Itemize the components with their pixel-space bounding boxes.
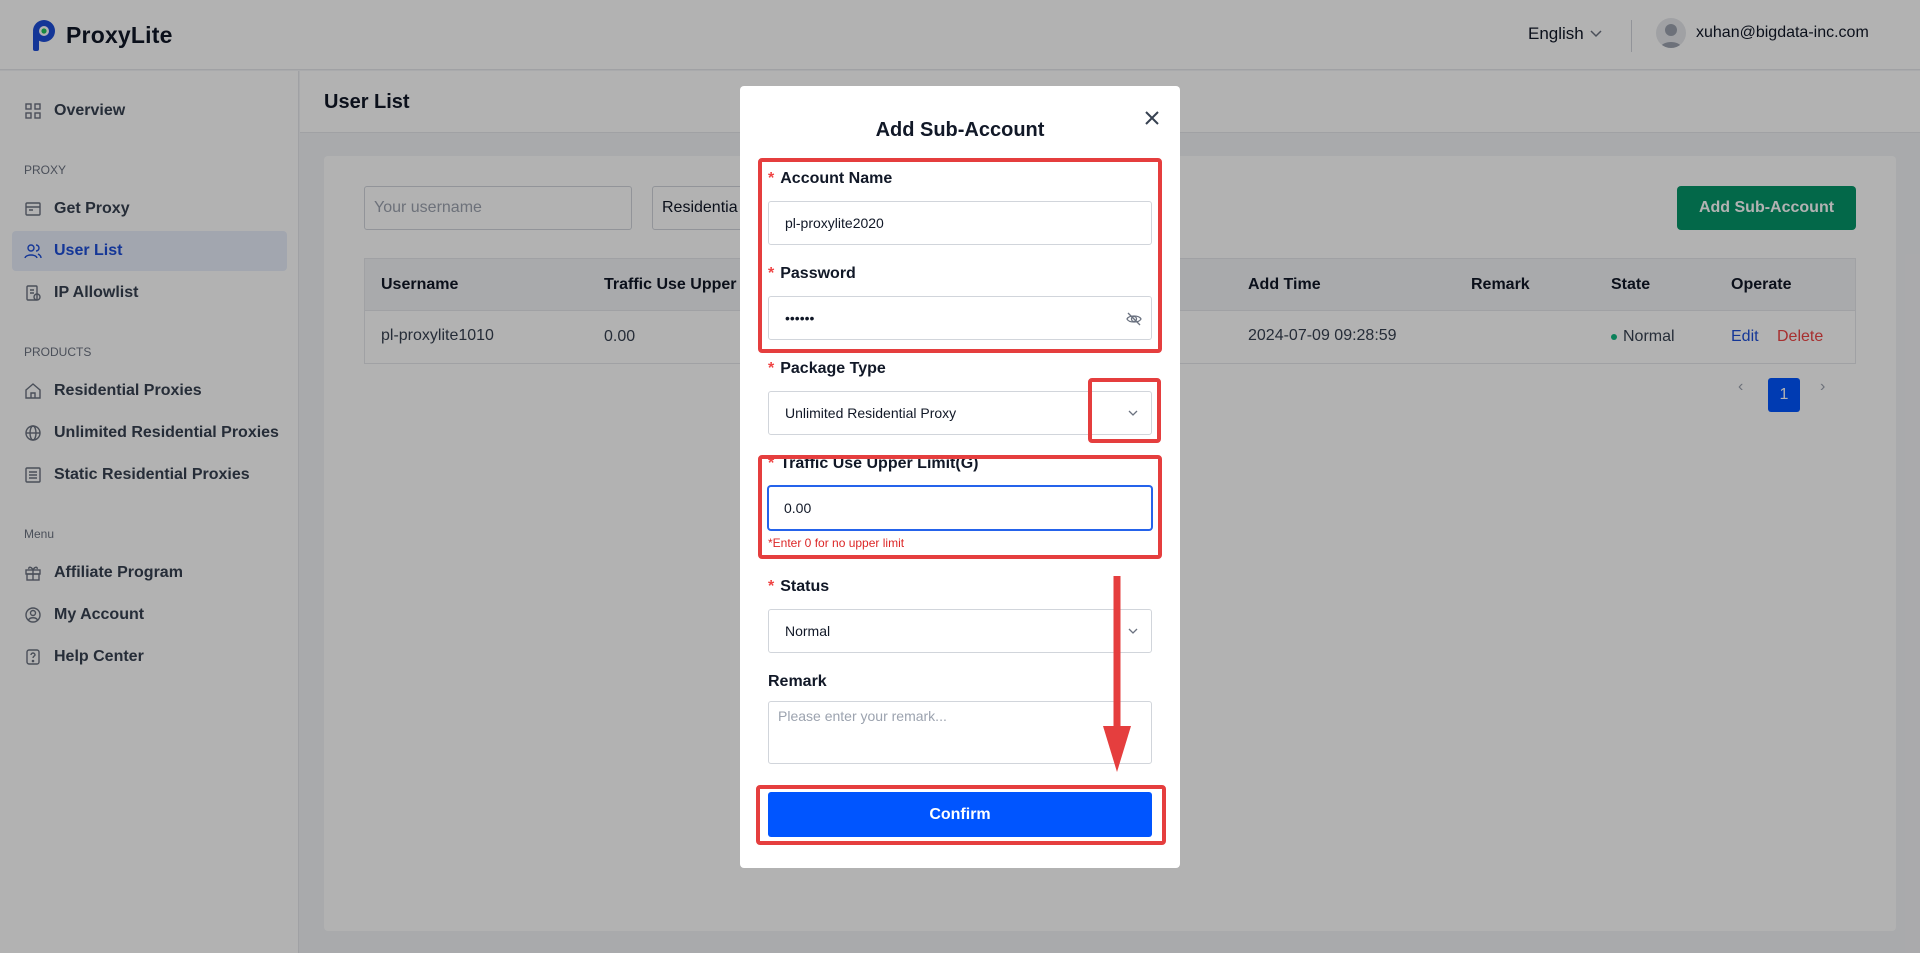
status-select[interactable]: Normal <box>768 609 1152 653</box>
package-type-label-text: Package Type <box>780 360 886 377</box>
annotation-highlight-traffic-limit <box>758 455 1162 559</box>
annotation-highlight-confirm <box>756 785 1166 845</box>
required-mark: * <box>768 360 775 377</box>
close-icon[interactable] <box>1140 106 1164 130</box>
required-mark: * <box>768 578 775 595</box>
remark-textarea[interactable]: Please enter your remark... <box>768 701 1152 764</box>
modal-title: Add Sub-Account <box>875 119 1045 141</box>
annotation-highlight-package-dropdown <box>1088 378 1161 443</box>
remark-label: Remark <box>768 673 827 690</box>
package-type-label: * Package Type <box>768 360 886 378</box>
status-label: * Status <box>768 578 829 596</box>
status-label-text: Status <box>780 578 830 595</box>
annotation-highlight-credentials <box>758 158 1162 353</box>
package-type-value: Unlimited Residential Proxy <box>785 405 957 421</box>
status-value: Normal <box>785 623 831 639</box>
annotation-arrow-icon <box>1103 576 1131 772</box>
